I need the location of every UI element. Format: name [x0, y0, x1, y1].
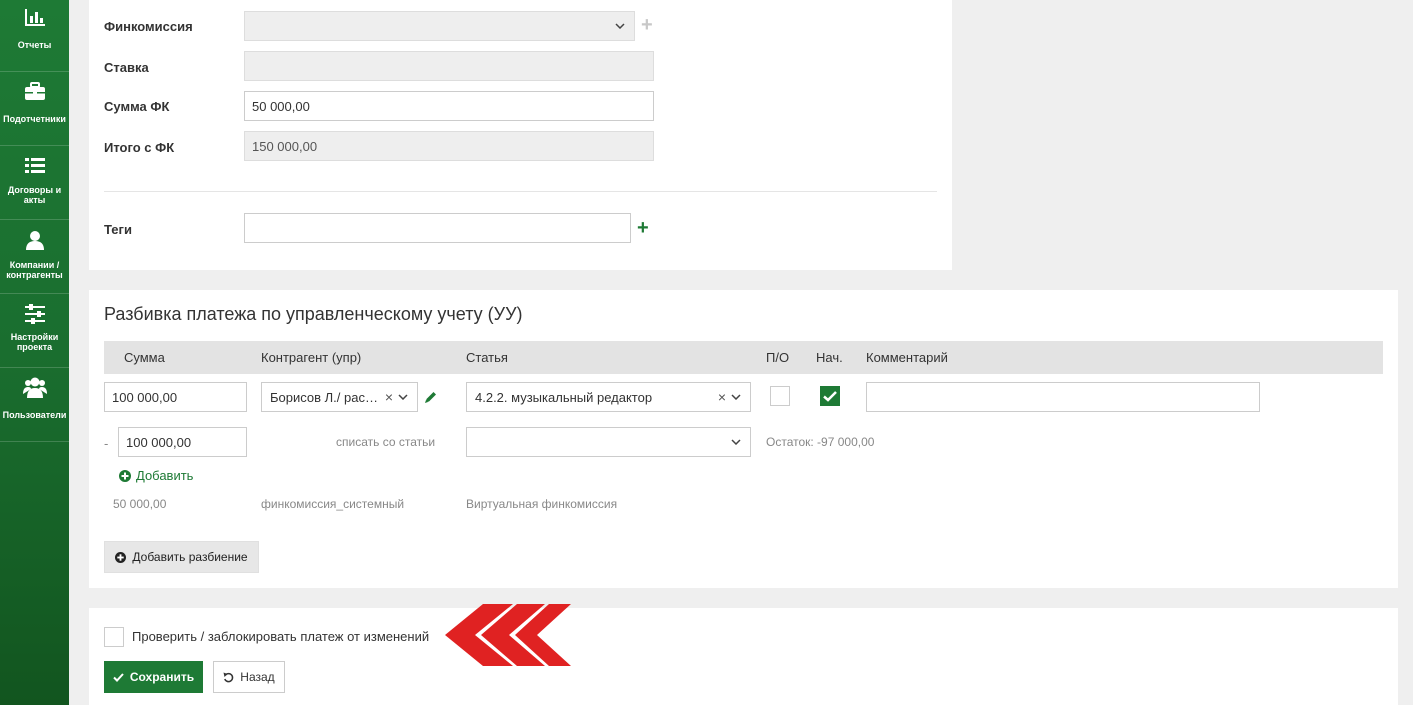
po-checkbox[interactable] [770, 386, 790, 406]
users-icon [22, 377, 47, 398]
column-sum: Сумма [124, 350, 165, 365]
fincommission-select[interactable] [244, 11, 635, 41]
sidebar-item-label: Подотчетники [3, 114, 66, 124]
writeoff-label: списать со статьи [336, 435, 436, 449]
briefcase-icon [24, 82, 45, 100]
article-value: 4.2.2. музыкальный редактор [475, 389, 653, 405]
fk-sum-label: Сумма ФК [104, 99, 170, 114]
sidebar-item-accountables[interactable]: Подотчетники [0, 72, 69, 146]
writeoff-article-select[interactable] [466, 427, 751, 457]
counterparty-select[interactable]: Борисов Л./ рас… × [261, 382, 418, 412]
rate-field[interactable] [244, 51, 654, 81]
virtual-counterparty: финкомиссия_системный [261, 497, 405, 511]
tags-field[interactable] [244, 213, 631, 243]
total-with-fk-field[interactable] [244, 131, 654, 161]
rate-label: Ставка [104, 60, 149, 75]
pencil-icon[interactable] [424, 390, 438, 404]
list-icon [24, 158, 45, 173]
sidebar-item-users[interactable]: Пользователи [0, 368, 69, 442]
counterparty-value: Борисов Л./ рас… [270, 389, 378, 405]
undo-icon [223, 672, 234, 683]
remainder-text: Остаток: -97 000,00 [766, 435, 875, 449]
save-button[interactable]: Сохранить [104, 661, 203, 693]
sidebar-item-label: Компании / контрагенты [6, 260, 63, 280]
writeoff-dash: - [104, 436, 109, 451]
breakdown-table-header: Сумма Контрагент (упр) Статья П/О Нач. К… [104, 341, 1383, 374]
virtual-article: Виртуальная финкомиссия [466, 497, 618, 511]
row-sum-field[interactable] [104, 382, 247, 412]
sliders-icon [24, 304, 45, 324]
writeoff-sum-field[interactable] [118, 427, 247, 457]
sidebar-item-reports[interactable]: Отчеты [0, 0, 69, 72]
add-writeoff-label: Добавить [136, 468, 194, 483]
add-split-label: Добавить разбиение [132, 550, 248, 564]
column-counterparty: Контрагент (упр) [261, 350, 362, 365]
back-button[interactable]: Назад [213, 661, 285, 693]
sidebar-item-companies[interactable]: Компании / контрагенты [0, 220, 69, 294]
plus-circle-icon [119, 469, 131, 482]
chevron-down-icon [397, 391, 409, 403]
add-fincommission-icon[interactable]: + [641, 15, 653, 35]
add-tag-icon[interactable]: + [637, 218, 649, 238]
breakdown-title: Разбивка платежа по управленческому учет… [104, 304, 523, 324]
column-nach: Нач. [816, 350, 843, 365]
sidebar-item-contracts[interactable]: Договоры и акты [0, 146, 69, 220]
chevron-down-icon [614, 20, 626, 32]
form-divider [104, 191, 937, 192]
lock-payment-label: Проверить / заблокировать платеж от изме… [132, 629, 430, 644]
column-po: П/О [766, 350, 790, 365]
virtual-sum: 50 000,00 [113, 497, 167, 511]
article-select[interactable]: 4.2.2. музыкальный редактор × [466, 382, 751, 412]
sidebar-item-label: Настройки проекта [10, 332, 59, 352]
sidebar-item-label: Отчеты [17, 40, 52, 50]
plus-circle-icon [115, 551, 127, 563]
sidebar: Отчеты Подотчетники Договоры и акты Комп… [0, 0, 69, 705]
nach-checkbox[interactable] [820, 386, 840, 406]
chevron-down-icon [730, 436, 742, 448]
lock-payment-checkbox[interactable] [104, 627, 124, 647]
fk-sum-field[interactable] [244, 91, 654, 121]
bar-chart-icon [24, 9, 45, 26]
sidebar-item-label: Пользователи [2, 410, 67, 420]
clear-icon[interactable]: × [718, 389, 726, 405]
chevron-down-icon [730, 391, 742, 403]
save-label: Сохранить [129, 670, 195, 684]
add-writeoff-link[interactable]: Добавить [119, 468, 193, 483]
check-icon [823, 390, 837, 402]
red-arrows-icon [445, 604, 571, 666]
total-with-fk-label: Итого с ФК [104, 140, 175, 155]
column-comment: Комментарий [866, 350, 948, 365]
tags-label: Теги [104, 222, 132, 237]
comment-field[interactable] [866, 382, 1260, 412]
add-split-button[interactable]: Добавить разбиение [104, 541, 259, 573]
column-article: Статья [466, 350, 508, 365]
sidebar-item-label: Договоры и акты [7, 185, 62, 205]
user-icon [25, 231, 44, 250]
sidebar-item-settings[interactable]: Настройки проекта [0, 294, 69, 368]
clear-icon[interactable]: × [385, 389, 393, 405]
footer-panel [89, 608, 1398, 705]
back-label: Назад [240, 670, 275, 684]
check-icon [113, 672, 124, 682]
fincommission-label: Финкомиссия [104, 19, 193, 34]
